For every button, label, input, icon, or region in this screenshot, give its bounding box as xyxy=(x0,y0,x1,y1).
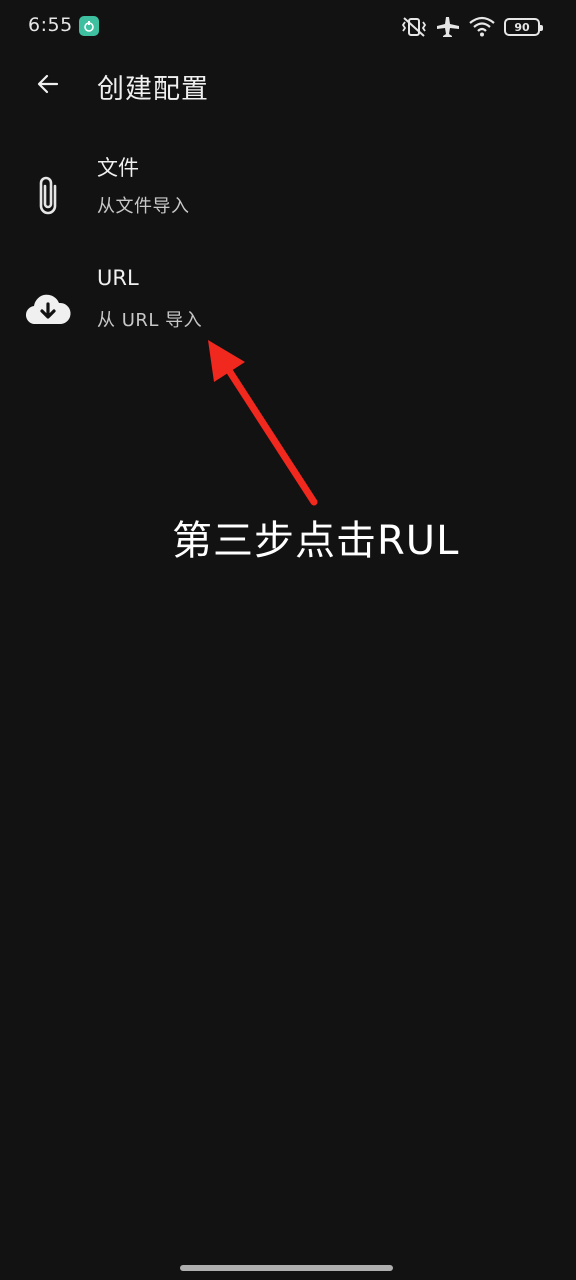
page-title: 创建配置 xyxy=(97,74,209,105)
status-icons: 90 xyxy=(401,14,543,40)
list-item-title: URL xyxy=(97,266,139,290)
wifi-icon xyxy=(469,16,495,38)
list-item-subtitle: 从 URL 导入 xyxy=(97,310,203,331)
arrow-back-icon xyxy=(37,74,59,94)
app-notification-icon xyxy=(79,16,99,36)
airplane-mode-icon xyxy=(436,16,460,38)
app-bar: 创建配置 xyxy=(0,56,576,112)
back-button[interactable] xyxy=(22,64,74,104)
list-item-title: 文件 xyxy=(97,156,139,180)
cloud-download-icon xyxy=(22,284,74,336)
list-item-file[interactable]: 文件 从文件导入 xyxy=(0,140,576,250)
list-item-url[interactable]: URL 从 URL 导入 xyxy=(0,254,576,364)
annotation-text: 第三步点击RUL xyxy=(172,518,460,564)
status-bar: 6:55 90 xyxy=(0,0,576,56)
status-time: 6:55 xyxy=(28,14,73,36)
battery-icon: 90 xyxy=(504,18,543,36)
battery-level: 90 xyxy=(514,20,530,34)
list-item-subtitle: 从文件导入 xyxy=(97,196,190,217)
vibrate-muted-icon xyxy=(401,16,427,38)
battery-tip xyxy=(540,25,543,31)
paperclip-icon xyxy=(22,170,74,222)
screen: 6:55 90 创建配置 文件 从文件导入 URL 从 URL 导入 第三步点击… xyxy=(0,0,576,1280)
gesture-bar[interactable] xyxy=(180,1265,393,1271)
